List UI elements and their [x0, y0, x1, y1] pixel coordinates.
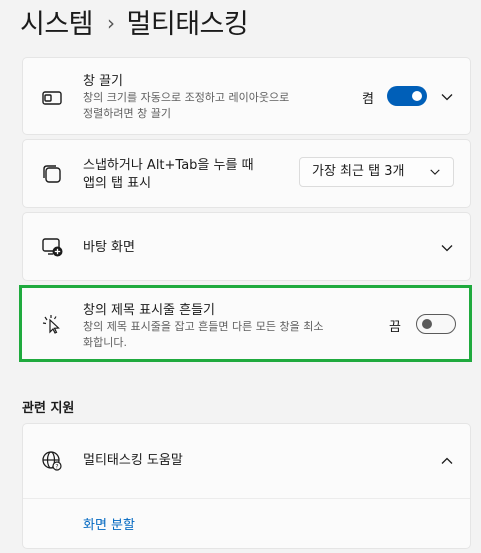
- snap-layout-icon: [42, 91, 62, 105]
- title-bar-shake-title: 창의 제목 표시줄 흔들기: [83, 303, 215, 318]
- breadcrumb: 시스템 › 멀티태스킹: [20, 2, 249, 41]
- title-bar-shake-toggle[interactable]: [416, 314, 456, 334]
- add-desktop-icon: [42, 238, 63, 257]
- snap-windows-toggle[interactable]: [387, 86, 427, 106]
- chevron-up-icon[interactable]: [440, 454, 454, 468]
- chevron-down-icon[interactable]: [440, 90, 454, 104]
- related-heading: 관련 지원: [22, 401, 75, 416]
- snap-windows-desc-2: 정렬하려면 창 끌기: [83, 107, 171, 120]
- title-bar-shake-desc-2: 화합니다.: [83, 336, 127, 349]
- desktops-card[interactable]: 바탕 화면: [22, 212, 471, 281]
- chevron-down-icon: [430, 169, 440, 175]
- snap-windows-state: 켬: [362, 92, 374, 107]
- chevron-right-icon: ›: [107, 10, 115, 35]
- alt-tab-dropdown[interactable]: 가장 최근 탭 3개: [299, 157, 454, 187]
- chevron-down-icon[interactable]: [440, 241, 454, 255]
- alt-tab-card: 스냅하거나 Alt+Tab을 누를 때 앱의 탭 표시 가장 최근 탭 3개: [22, 139, 471, 208]
- window-stack-icon: [43, 165, 61, 183]
- svg-text:?: ?: [55, 463, 58, 470]
- alt-tab-dropdown-value: 가장 최근 탭 3개: [312, 164, 405, 179]
- snap-windows-card[interactable]: 창 끌기 창의 크기를 자동으로 조정하고 레이아웃으로 정렬하려면 창 끌기 …: [22, 57, 471, 135]
- split-screen-link[interactable]: 화면 분할: [83, 514, 135, 533]
- desktops-title: 바탕 화면: [83, 240, 135, 255]
- title-bar-shake-desc-1: 창의 제목 표시줄을 잡고 흔들면 다른 모든 창을 최소: [83, 320, 324, 333]
- title-bar-shake-card: 창의 제목 표시줄 흔들기 창의 제목 표시줄을 잡고 흔들면 다른 모든 창을…: [22, 285, 471, 362]
- snap-windows-desc-1: 창의 크기를 자동으로 조정하고 레이아웃으로: [83, 91, 290, 104]
- page-title: 멀티태스킹: [126, 9, 249, 40]
- help-title[interactable]: 멀티태스킹 도움말: [83, 452, 183, 469]
- breadcrumb-parent[interactable]: 시스템: [20, 2, 94, 41]
- alt-tab-title-2: 앱의 탭 표시: [83, 176, 152, 191]
- shake-cursor-icon: [42, 315, 60, 334]
- toggle-knob: [422, 319, 432, 329]
- alt-tab-title-1: 스냅하거나 Alt+Tab을 누를 때: [83, 158, 254, 173]
- divider: [23, 498, 470, 499]
- title-bar-shake-state: 끔: [389, 320, 401, 335]
- globe-help-icon: ?: [42, 451, 62, 471]
- toggle-knob: [412, 91, 422, 101]
- help-card: ? 멀티태스킹 도움말 화면 분할: [22, 423, 471, 549]
- snap-windows-title: 창 끌기: [83, 74, 124, 89]
